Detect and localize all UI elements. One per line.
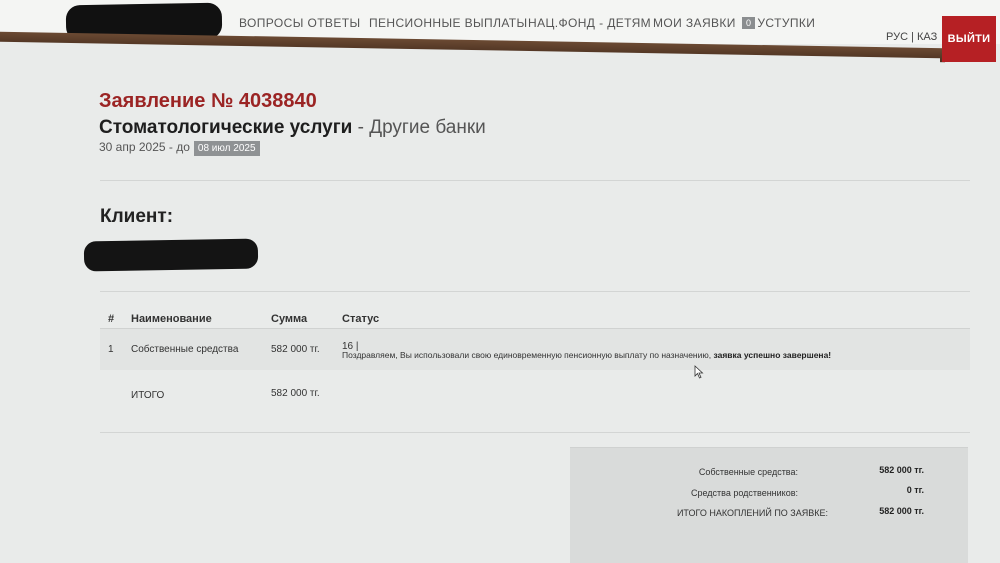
nav-my-applications[interactable]: МОИ ЗАЯВКИ bbox=[653, 16, 736, 30]
summary-relatives-value: 0 тг. bbox=[906, 485, 924, 495]
logout-button[interactable]: ВЫЙТИ bbox=[942, 16, 996, 62]
summary-total-label: ИТОГО НАКОПЛЕНИЙ ПО ЗАЯВКЕ: bbox=[676, 508, 828, 518]
row-amount: 582 000 тг. bbox=[271, 344, 320, 355]
nav-concessions[interactable]: 0 УСТУПКИ bbox=[742, 16, 815, 30]
row-status-message: Поздравляем, Вы использовали свою единов… bbox=[342, 350, 831, 360]
total-label: ИТОГО bbox=[131, 390, 165, 401]
status-message-text: Поздравляем, Вы использовали свою единов… bbox=[342, 350, 712, 360]
summary-relatives-label: Средства родственников: bbox=[690, 488, 798, 498]
bank-name: Другие банки bbox=[369, 117, 486, 138]
mouse-cursor-icon bbox=[694, 365, 704, 379]
date-range: 30 апр 2025 - до 08 июл 2025 bbox=[99, 140, 260, 156]
col-header-amount: Сумма bbox=[271, 313, 308, 325]
total-amount: 582 000 тг. bbox=[271, 388, 320, 399]
section-divider bbox=[100, 180, 970, 181]
date-to-badge: 08 июл 2025 bbox=[193, 141, 260, 156]
nav-pension-payments[interactable]: ПЕНСИОННЫЕ ВЫПЛАТЫ bbox=[369, 16, 528, 30]
service-separator: - bbox=[352, 117, 370, 138]
language-switcher[interactable]: РУС | КАЗ bbox=[886, 31, 937, 43]
section-divider bbox=[100, 291, 970, 292]
client-label: Клиент: bbox=[100, 206, 174, 227]
row-num: 1 bbox=[108, 344, 114, 355]
service-line: Стоматологические услуги - Другие банки bbox=[99, 117, 486, 139]
concessions-count-badge: 0 bbox=[742, 17, 756, 29]
col-header-status: Статус bbox=[342, 313, 380, 325]
summary-own-label: Собственные средства: bbox=[698, 467, 798, 477]
summary-own-value: 582 000 тг. bbox=[879, 465, 924, 475]
nav-faq[interactable]: ВОПРОСЫ ОТВЕТЫ bbox=[239, 16, 361, 30]
service-name: Стоматологические услуги bbox=[99, 117, 353, 138]
col-header-name: Наименование bbox=[131, 313, 212, 325]
row-name: Собственные средства bbox=[131, 344, 239, 355]
section-divider bbox=[100, 432, 970, 433]
summary-total-value: 582 000 тг. bbox=[879, 506, 924, 516]
col-header-num: # bbox=[108, 313, 115, 325]
status-message-bold: заявка успешно завершена! bbox=[713, 350, 832, 360]
nav-natfund-children[interactable]: НАЦ.ФОНД - ДЕТЯМ bbox=[528, 16, 651, 30]
application-title: Заявление № 4038840 bbox=[99, 90, 317, 112]
redacted-client-name bbox=[83, 238, 259, 272]
date-from: 30 апр 2025 - до bbox=[99, 140, 190, 154]
concessions-label: УСТУПКИ bbox=[757, 16, 816, 30]
summary-panel: Собственные средства: 582 000 тг. Средст… bbox=[570, 447, 968, 563]
